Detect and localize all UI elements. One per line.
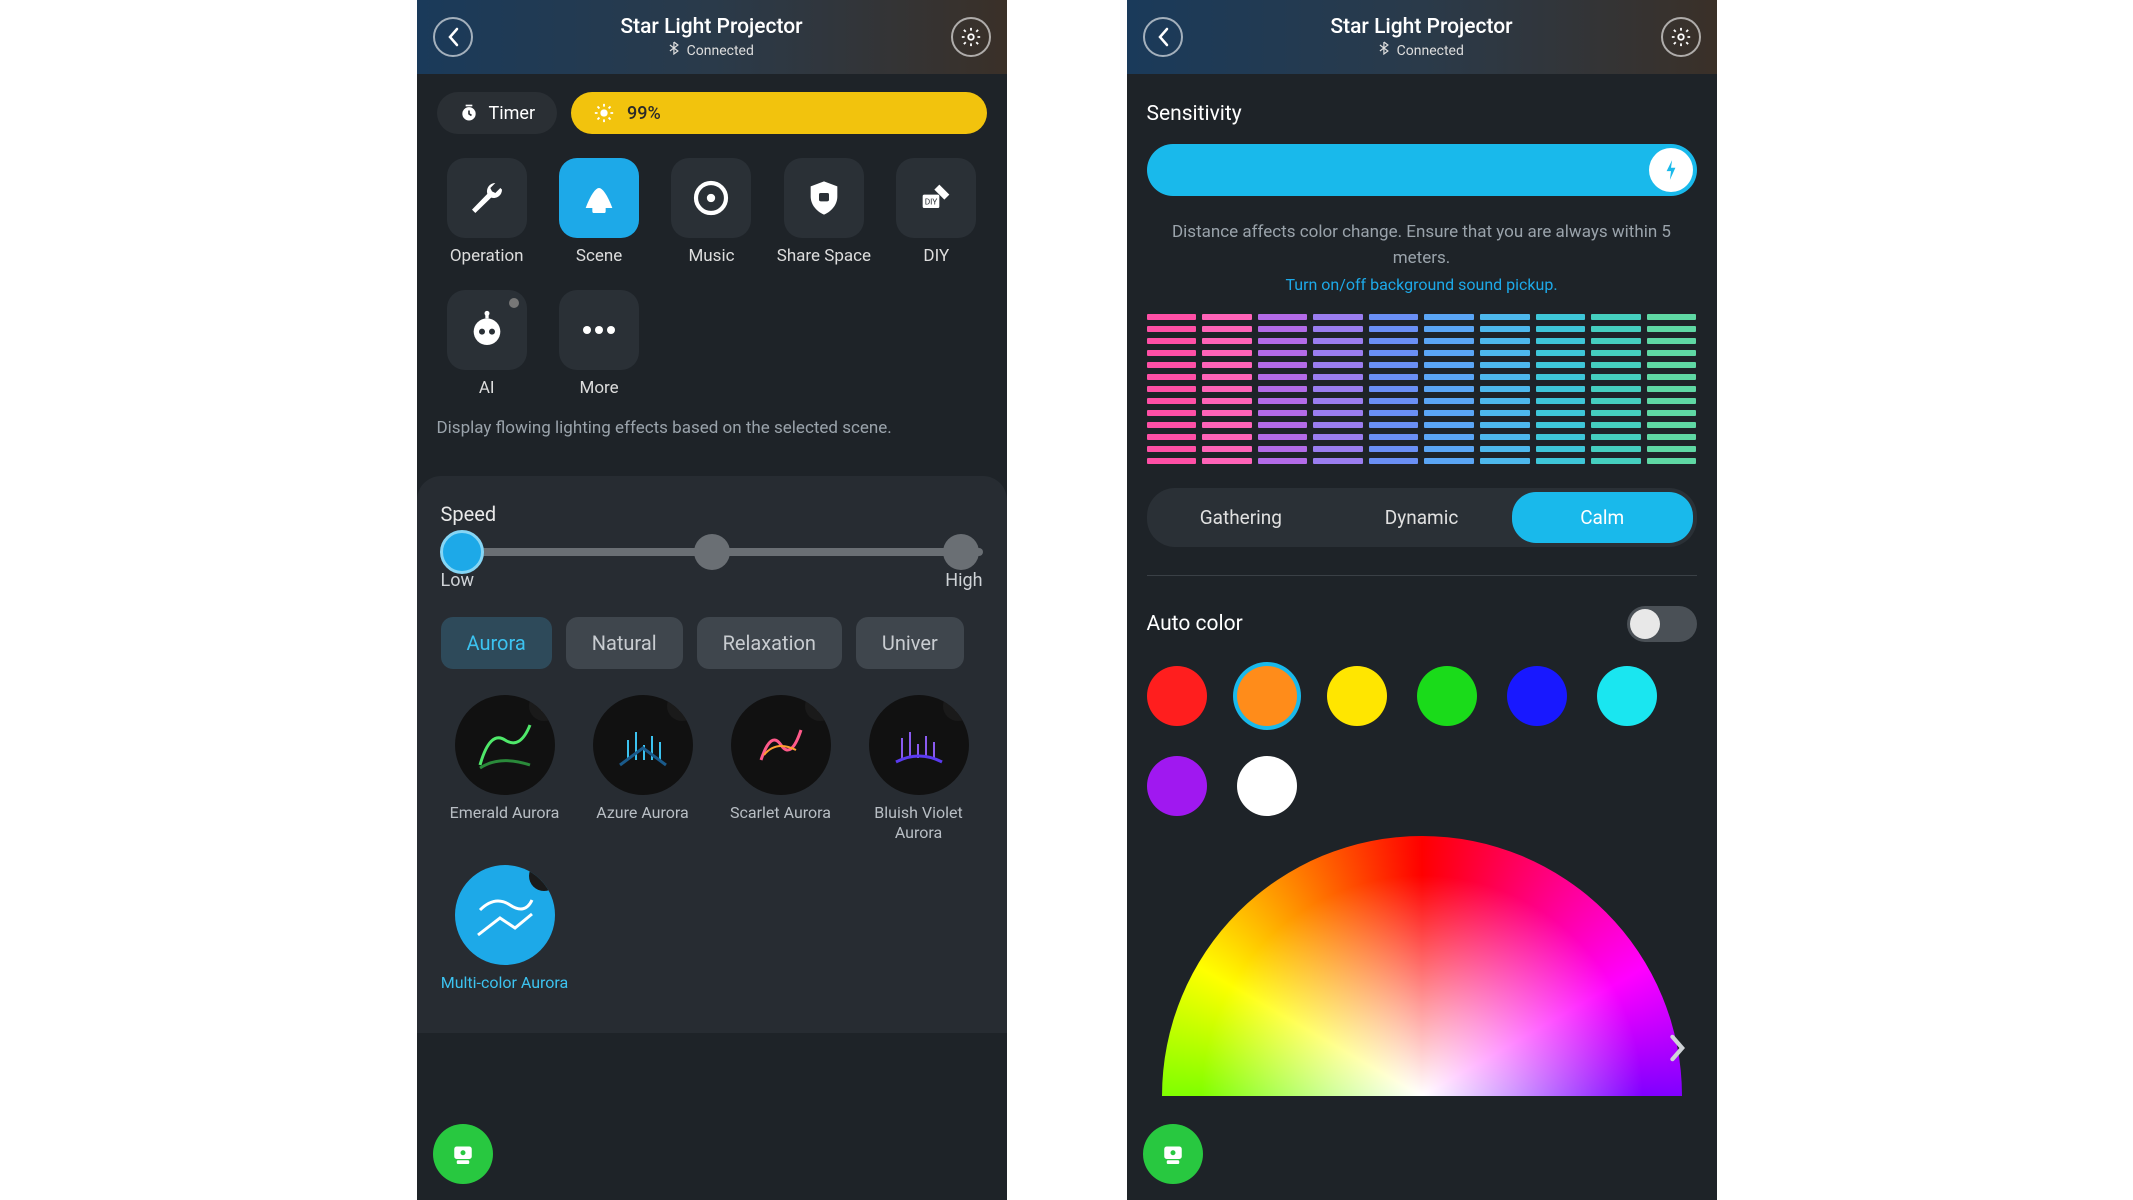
sensitivity-thumb[interactable] [1649,148,1693,192]
diy-icon: DIY [916,178,956,218]
eq-column [1147,314,1197,464]
next-button[interactable] [1669,1034,1687,1062]
scene-description: Display flowing lighting effects based o… [437,418,987,438]
eq-column [1480,314,1530,464]
device-title: Star Light Projector [620,15,802,39]
tab-dynamic[interactable]: Dynamic [1331,492,1512,543]
color-swatch[interactable] [1417,666,1477,726]
screen-music: Star Light Projector Connected Sensitivi… [1127,0,1717,1200]
auto-color-label: Auto color [1147,612,1243,636]
timer-label: Timer [489,103,536,124]
color-swatch[interactable] [1507,666,1567,726]
disc-icon [691,178,731,218]
device-icon [1158,1139,1188,1169]
scene-multicolor-aurora[interactable]: ♪ Multi-color Aurora [441,865,569,993]
scene-icon [579,178,619,218]
music-mode-tabs: Gathering Dynamic Calm [1147,488,1697,547]
sound-pickup-toggle-link[interactable]: Turn on/off background sound pickup. [1147,275,1697,294]
device-icon [448,1139,478,1169]
mode-grid: Operation Scene Music Share Space DIY DI… [437,158,987,398]
wrench-icon [467,178,507,218]
eq-column [1258,314,1308,464]
scene-scarlet-aurora[interactable]: ♪ Scarlet Aurora [717,695,845,843]
timer-button[interactable]: Timer [437,92,558,134]
category-universe[interactable]: Univer [856,617,964,669]
gear-icon [960,26,982,48]
app-header: Star Light Projector Connected [1127,0,1717,74]
device-fab[interactable] [433,1124,493,1184]
eq-column [1424,314,1474,464]
color-swatch[interactable] [1237,756,1297,816]
connection-status: Connected [620,41,802,59]
shield-icon [804,178,844,218]
bluetooth-icon [1379,43,1392,59]
color-swatch[interactable] [1597,666,1657,726]
scene-panel: Speed Low High Aurora Natural Relaxation… [417,476,1007,1033]
category-natural[interactable]: Natural [566,617,683,669]
divider [1147,575,1697,576]
robot-icon [467,310,507,350]
bolt-icon [1663,159,1679,181]
speed-slider[interactable] [441,548,983,556]
eq-column [1591,314,1641,464]
mode-scene[interactable]: Scene [549,158,649,266]
distance-hint: Distance affects color change. Ensure th… [1147,220,1697,271]
color-wheel-container [1127,836,1717,1096]
header-center: Star Light Projector Connected [620,15,802,59]
device-title: Star Light Projector [1330,15,1512,39]
chevron-left-icon [1155,27,1171,47]
header-center: Star Light Projector Connected [1330,15,1512,59]
scene-emerald-aurora[interactable]: ♪ Emerald Aurora [441,695,569,843]
scene-grid: ♪ Emerald Aurora ♪ Azure Aurora ♪ Scarle… [441,695,983,993]
sun-icon [593,102,615,124]
mode-music[interactable]: Music [661,158,761,266]
color-swatch[interactable] [1147,666,1207,726]
category-row: Aurora Natural Relaxation Univer [441,617,983,669]
chevron-left-icon [445,27,461,47]
speed-label: Speed [441,502,983,526]
settings-button[interactable] [951,17,991,57]
notification-dot [509,298,519,308]
category-aurora[interactable]: Aurora [441,617,552,669]
settings-button[interactable] [1661,17,1701,57]
equalizer-visualization [1147,314,1697,464]
eq-column [1536,314,1586,464]
brightness-slider[interactable]: 99% [571,92,986,134]
mode-more[interactable]: More [549,290,649,398]
back-button[interactable] [433,17,473,57]
gear-icon [1670,26,1692,48]
auto-color-toggle[interactable] [1627,606,1697,642]
eq-column [1313,314,1363,464]
color-swatch[interactable] [1147,756,1207,816]
mode-operation[interactable]: Operation [437,158,537,266]
tab-gathering[interactable]: Gathering [1151,492,1332,543]
device-fab[interactable] [1143,1124,1203,1184]
sensitivity-label: Sensitivity [1147,102,1697,126]
sensitivity-slider[interactable] [1147,144,1697,196]
mode-ai[interactable]: AI [437,290,537,398]
svg-text:DIY: DIY [925,198,938,208]
brightness-value: 99% [627,103,661,124]
mode-share-space[interactable]: Share Space [774,158,874,266]
clock-icon [459,103,479,123]
screen-scene: Star Light Projector Connected Timer [417,0,1007,1200]
color-swatch[interactable] [1237,666,1297,726]
tab-calm[interactable]: Calm [1512,492,1693,543]
speed-high-label: High [945,570,982,591]
mode-diy[interactable]: DIY DIY [886,158,986,266]
category-relaxation[interactable]: Relaxation [697,617,842,669]
more-icon [579,325,619,335]
eq-column [1202,314,1252,464]
connection-status: Connected [1330,41,1512,59]
scene-bluish-violet-aurora[interactable]: ♪ Bluish Violet Aurora [855,695,983,843]
eq-column [1647,314,1697,464]
scene-azure-aurora[interactable]: ♪ Azure Aurora [579,695,707,843]
app-header: Star Light Projector Connected [417,0,1007,74]
back-button[interactable] [1143,17,1183,57]
color-swatch[interactable] [1327,666,1387,726]
color-wheel[interactable] [1162,836,1682,1096]
eq-column [1369,314,1419,464]
bluetooth-icon [669,43,682,59]
color-swatches [1147,666,1697,816]
